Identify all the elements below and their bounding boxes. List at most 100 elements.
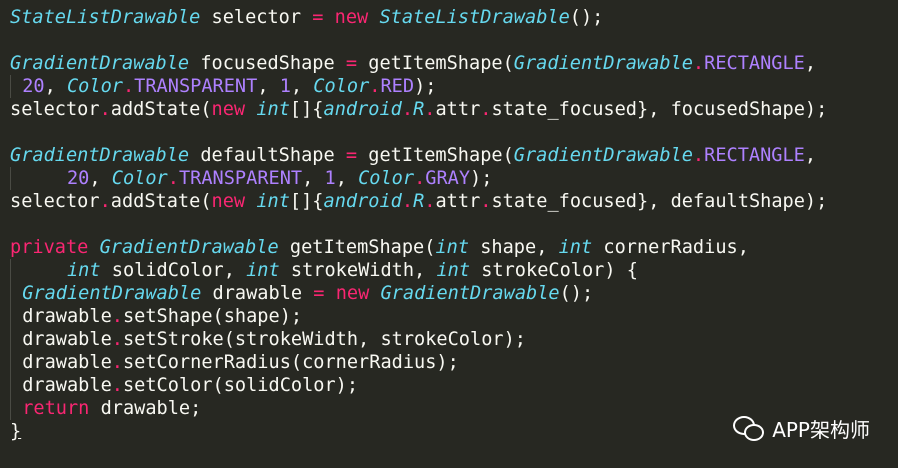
code-token: new (335, 283, 370, 304)
code-token: attr (435, 99, 481, 120)
code-token: cornerRadius, (592, 237, 749, 258)
code-token: = (313, 283, 325, 304)
code-token: 1 (324, 168, 336, 189)
code-token: StateListDrawable (379, 7, 570, 28)
code-token: GradientDrawable (10, 145, 190, 166)
code-token: int (256, 99, 290, 120)
code-line: drawable.setColor(solidColor); (10, 374, 898, 397)
code-token: , (804, 53, 817, 74)
code-token: . (99, 191, 111, 212)
code-token: TRANSPARENT (134, 76, 258, 97)
code-token: GradientDrawable (10, 53, 190, 74)
code-token: new (211, 99, 246, 120)
code-token: addState( (110, 191, 212, 212)
watermark-label: APP架构师 (772, 417, 870, 442)
code-token: 20 (22, 76, 45, 97)
code-token: drawable (22, 329, 112, 350)
code-token: GRAY (425, 168, 471, 189)
code-editor[interactable]: StateListDrawable selector = new StateLi… (0, 0, 898, 468)
code-token: []{ (289, 191, 324, 212)
code-token: private (10, 237, 89, 258)
code-token: addState( (110, 99, 212, 120)
code-token: . (424, 191, 436, 212)
code-token: StateListDrawable (10, 7, 201, 28)
code-token: android (323, 99, 402, 120)
code-line: 20, Color.TRANSPARENT, 1, Color.GRAY); (10, 167, 898, 190)
code-token: GradientDrawable (22, 283, 202, 304)
code-token: . (111, 306, 123, 327)
code-line: selector.addState(new int[]{android.R.at… (10, 98, 898, 121)
code-token: getItemShape( (357, 53, 514, 74)
code-token: solidColor, (100, 260, 247, 281)
code-token: shape, (469, 237, 559, 258)
code-line: GradientDrawable drawable = new Gradient… (10, 282, 898, 305)
code-token: . (480, 99, 492, 120)
code-token: drawable (201, 283, 314, 304)
code-token: R (413, 191, 425, 212)
code-token: 20 (66, 168, 90, 189)
code-token: defaultShape (189, 145, 346, 166)
code-token: . (167, 168, 179, 189)
code-token: ); (414, 76, 437, 97)
code-token: = (345, 145, 358, 166)
code-line: drawable.setShape(shape); (10, 305, 898, 328)
code-token: . (414, 168, 426, 189)
code-line: drawable.setCornerRadius(cornerRadius); (10, 351, 898, 374)
code-token: selector (10, 191, 100, 212)
code-token: Color (111, 168, 168, 189)
code-token: return (22, 398, 90, 419)
code-token: Color (66, 76, 123, 97)
code-line: GradientDrawable defaultShape = getItemS… (10, 144, 898, 167)
code-token: } (10, 421, 22, 442)
code-token: selector (200, 7, 313, 28)
code-line: StateListDrawable selector = new StateLi… (10, 6, 898, 29)
code-token: TRANSPARENT (178, 168, 303, 189)
code-token: . (369, 76, 381, 97)
code-token: setColor(solidColor); (122, 375, 359, 396)
code-token: int (246, 260, 280, 281)
code-token: RECTANGLE (704, 145, 805, 166)
code-token: int (436, 260, 471, 281)
code-token: Color (358, 168, 415, 189)
code-token: , (257, 76, 280, 97)
code-token: getItemShape( (357, 145, 514, 166)
code-token: . (122, 76, 135, 97)
code-token: GradientDrawable (99, 237, 279, 258)
code-token: . (111, 352, 123, 373)
code-token: int (558, 237, 593, 258)
code-token: , (44, 76, 67, 97)
code-line: drawable.setStroke(strokeWidth, strokeCo… (10, 328, 898, 351)
code-token: setStroke(strokeWidth, strokeColor); (122, 329, 526, 350)
code-token: RECTANGLE (704, 53, 805, 74)
code-line: selector.addState(new int[]{android.R.at… (10, 190, 898, 213)
code-token: Color (313, 76, 370, 97)
code-token: strokeColor) { (470, 260, 638, 281)
code-token: , (335, 168, 359, 189)
code-token: (); (559, 283, 594, 304)
code-token: GradientDrawable (513, 145, 693, 166)
code-token: setShape(shape); (122, 306, 303, 327)
code-line: GradientDrawable focusedShape = getItemS… (10, 52, 898, 75)
code-token: drawable (22, 375, 112, 396)
code-token: drawable (22, 352, 112, 373)
code-token: new (334, 7, 369, 28)
code-token: state_focused}, focusedShape); (491, 99, 828, 120)
code-token: . (111, 329, 123, 350)
code-token: focusedShape (189, 53, 346, 74)
code-token: . (401, 191, 414, 212)
code-token: 1 (279, 76, 291, 97)
